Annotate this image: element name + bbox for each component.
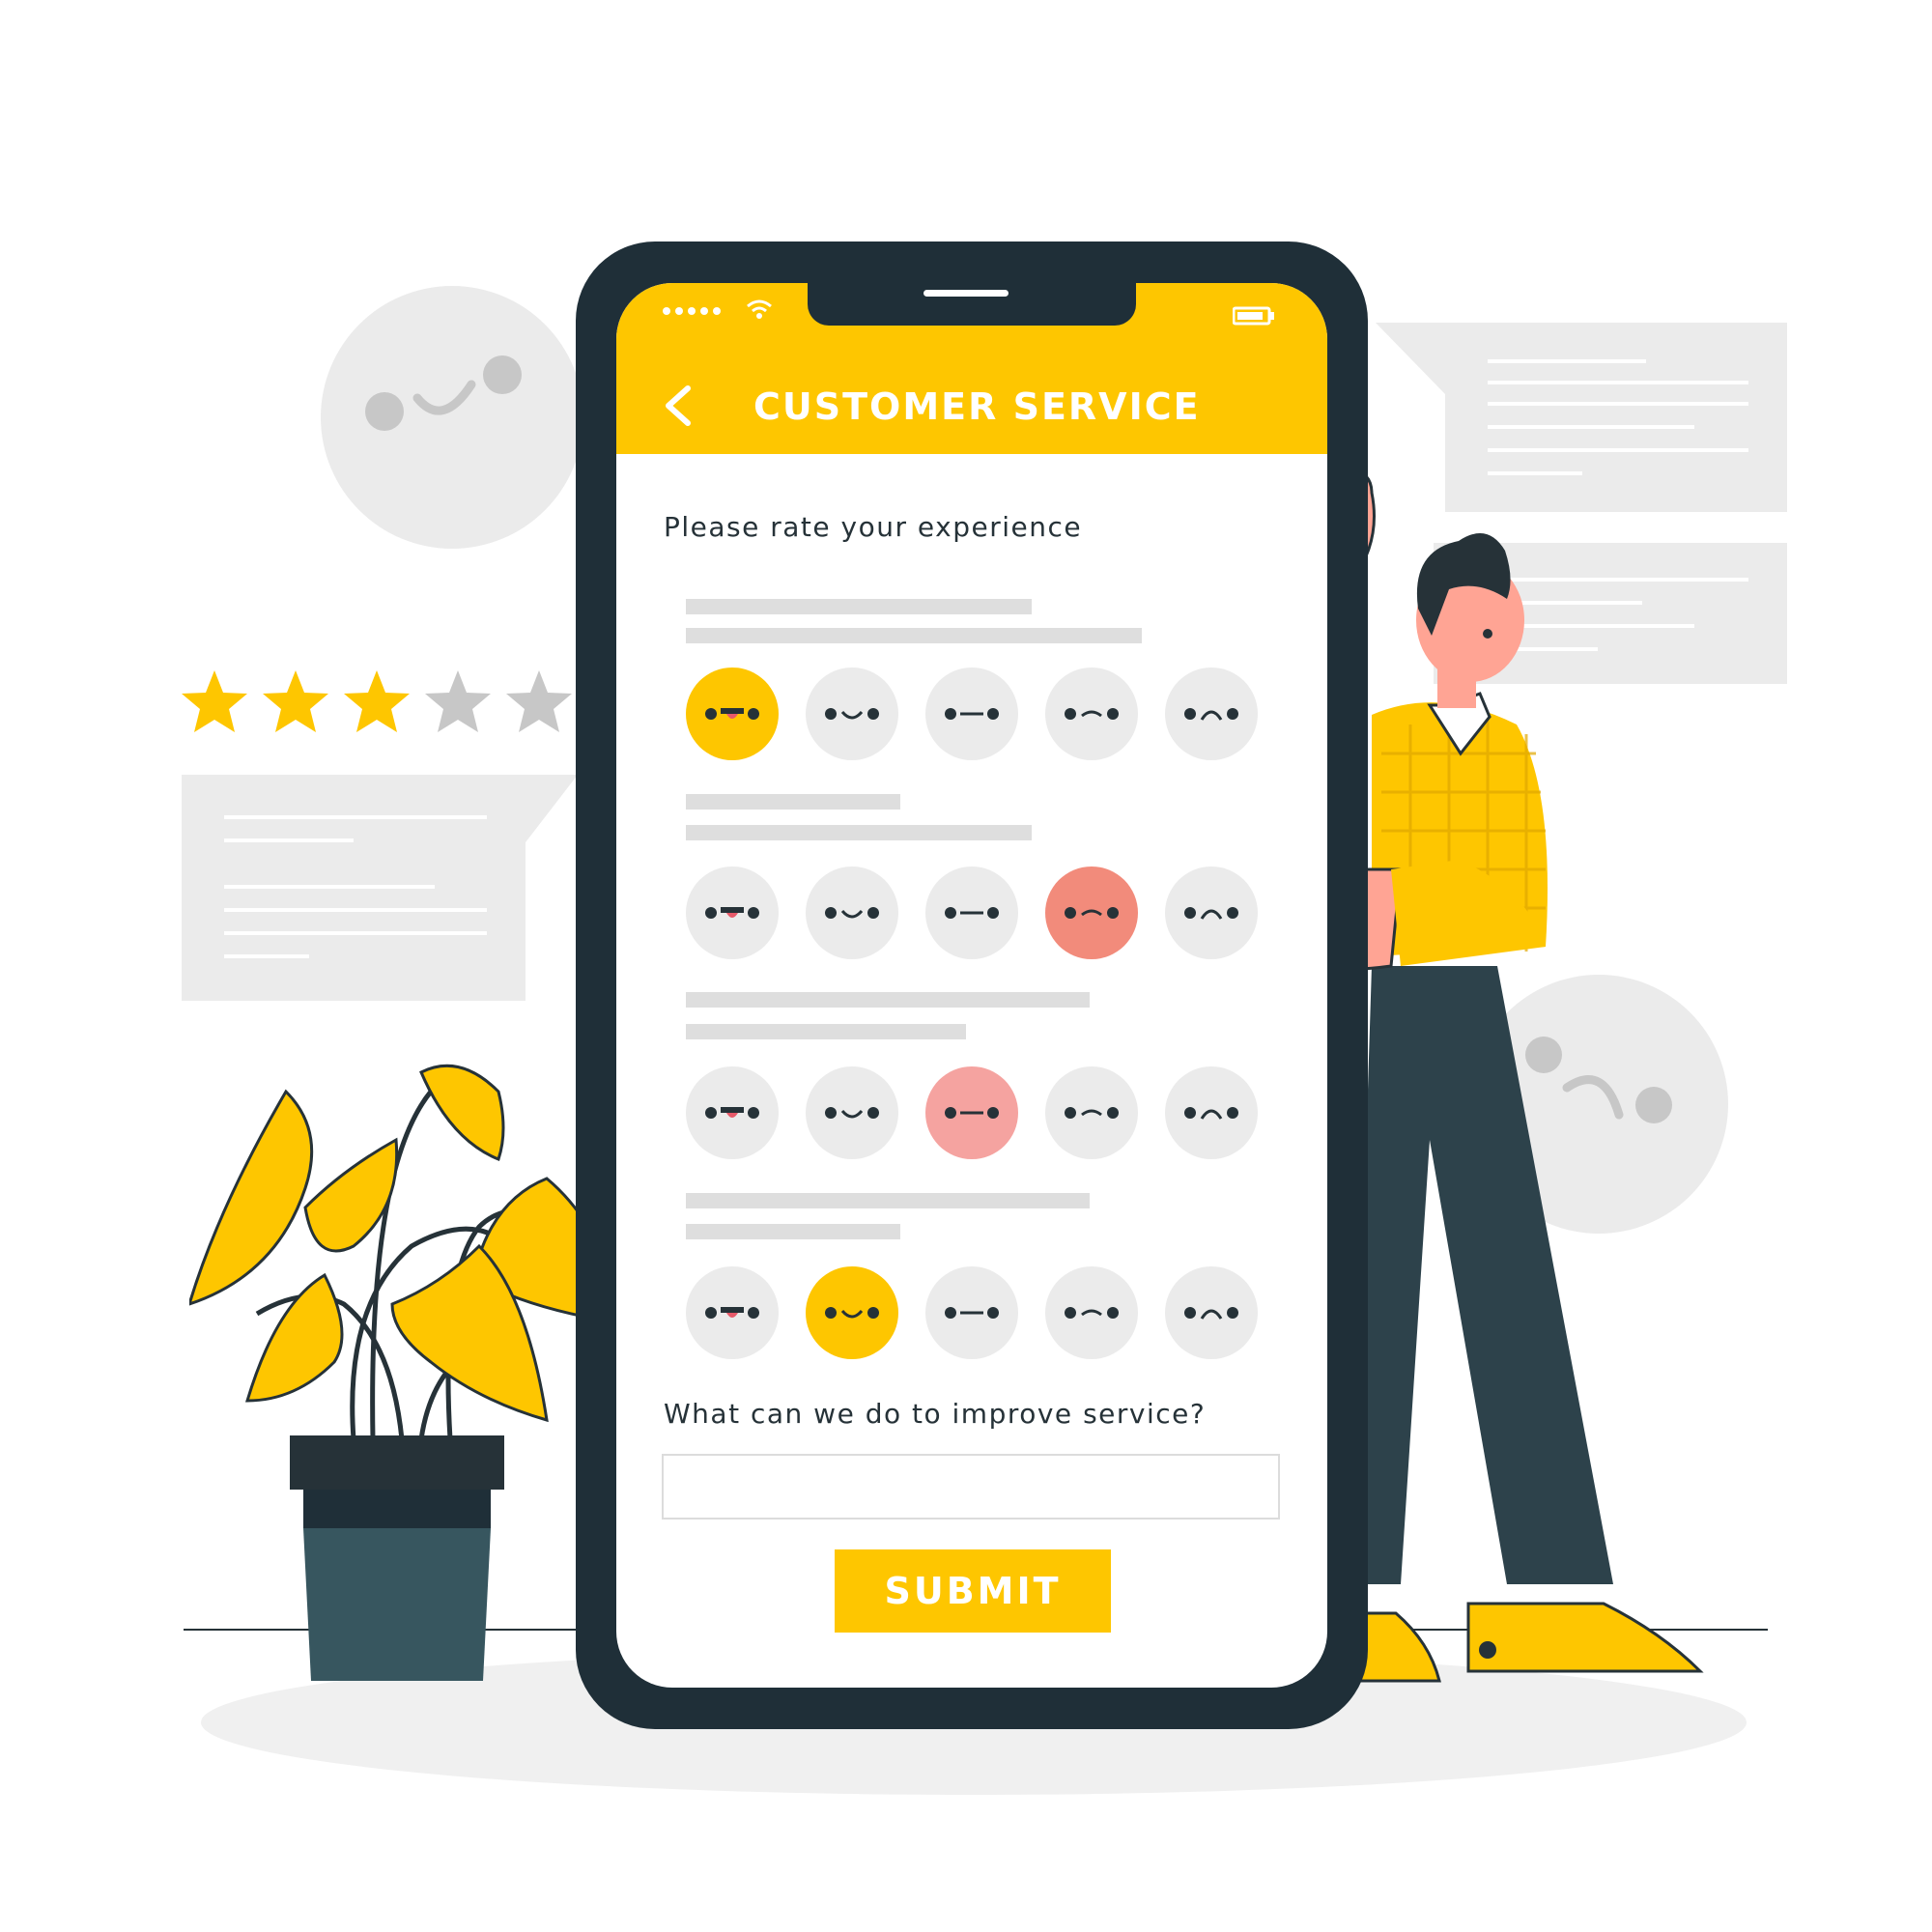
face-happy-icon[interactable] [806, 1266, 898, 1359]
star-icon [263, 670, 328, 732]
smiley-bubble-icon [321, 286, 583, 549]
face-very-happy-icon[interactable] [686, 1066, 779, 1159]
rate-prompt: Please rate your experience [664, 511, 1083, 543]
star-icon [182, 670, 247, 732]
face-very-happy-icon[interactable] [686, 867, 779, 959]
star-icon [506, 670, 572, 732]
question-text-placeholder [686, 628, 1142, 643]
face-very-unhappy-icon[interactable] [1165, 867, 1258, 959]
rating-row-1 [686, 668, 1258, 760]
face-neutral-icon[interactable] [925, 668, 1018, 760]
face-unhappy-icon[interactable] [1045, 1266, 1138, 1359]
question-text-placeholder [686, 992, 1090, 1008]
face-neutral-icon[interactable] [925, 1266, 1018, 1359]
face-very-unhappy-icon[interactable] [1165, 1266, 1258, 1359]
feedback-input[interactable] [662, 1454, 1280, 1520]
face-happy-icon[interactable] [806, 668, 898, 760]
page-title: CUSTOMER SERVICE [753, 385, 1201, 428]
face-happy-icon[interactable] [806, 867, 898, 959]
face-very-happy-icon[interactable] [686, 1266, 779, 1359]
face-very-unhappy-icon[interactable] [1165, 1066, 1258, 1159]
face-neutral-icon[interactable] [925, 1066, 1018, 1159]
wifi-icon [747, 299, 772, 319]
rating-row-3 [686, 1066, 1258, 1159]
rating-row-4 [686, 1266, 1258, 1359]
star-rating [180, 667, 574, 736]
signal-dots-icon [663, 307, 721, 315]
star-icon [344, 670, 410, 732]
speaker-slot [923, 290, 1009, 297]
face-very-unhappy-icon[interactable] [1165, 668, 1258, 760]
question-text-placeholder [686, 794, 900, 810]
question-text-placeholder [686, 1193, 1090, 1208]
face-happy-icon[interactable] [806, 1066, 898, 1159]
improve-prompt: What can we do to improve service? [664, 1398, 1207, 1430]
star-icon [425, 670, 491, 732]
chat-bubble-icon [182, 775, 578, 1001]
submit-button[interactable]: SUBMIT [835, 1549, 1111, 1633]
face-very-happy-icon[interactable] [686, 668, 779, 760]
rating-row-2 [686, 867, 1258, 959]
question-text-placeholder [686, 599, 1032, 614]
question-text-placeholder [686, 1224, 900, 1239]
face-unhappy-icon[interactable] [1045, 668, 1138, 760]
face-unhappy-icon[interactable] [1045, 867, 1138, 959]
app-header: CUSTOMER SERVICE [616, 283, 1327, 454]
phone-frame: CUSTOMER SERVICE Please rate your experi… [576, 242, 1368, 1729]
question-text-placeholder [686, 825, 1032, 840]
face-neutral-icon[interactable] [925, 867, 1018, 959]
phone-screen: CUSTOMER SERVICE Please rate your experi… [616, 283, 1327, 1688]
battery-icon [1233, 306, 1274, 326]
chevron-left-icon[interactable] [659, 383, 697, 429]
potted-plant-icon [189, 1064, 626, 1681]
illustration-scene: CUSTOMER SERVICE Please rate your experi… [0, 0, 1932, 1932]
face-unhappy-icon[interactable] [1045, 1066, 1138, 1159]
question-text-placeholder [686, 1024, 966, 1039]
phone-notch [808, 283, 1136, 326]
